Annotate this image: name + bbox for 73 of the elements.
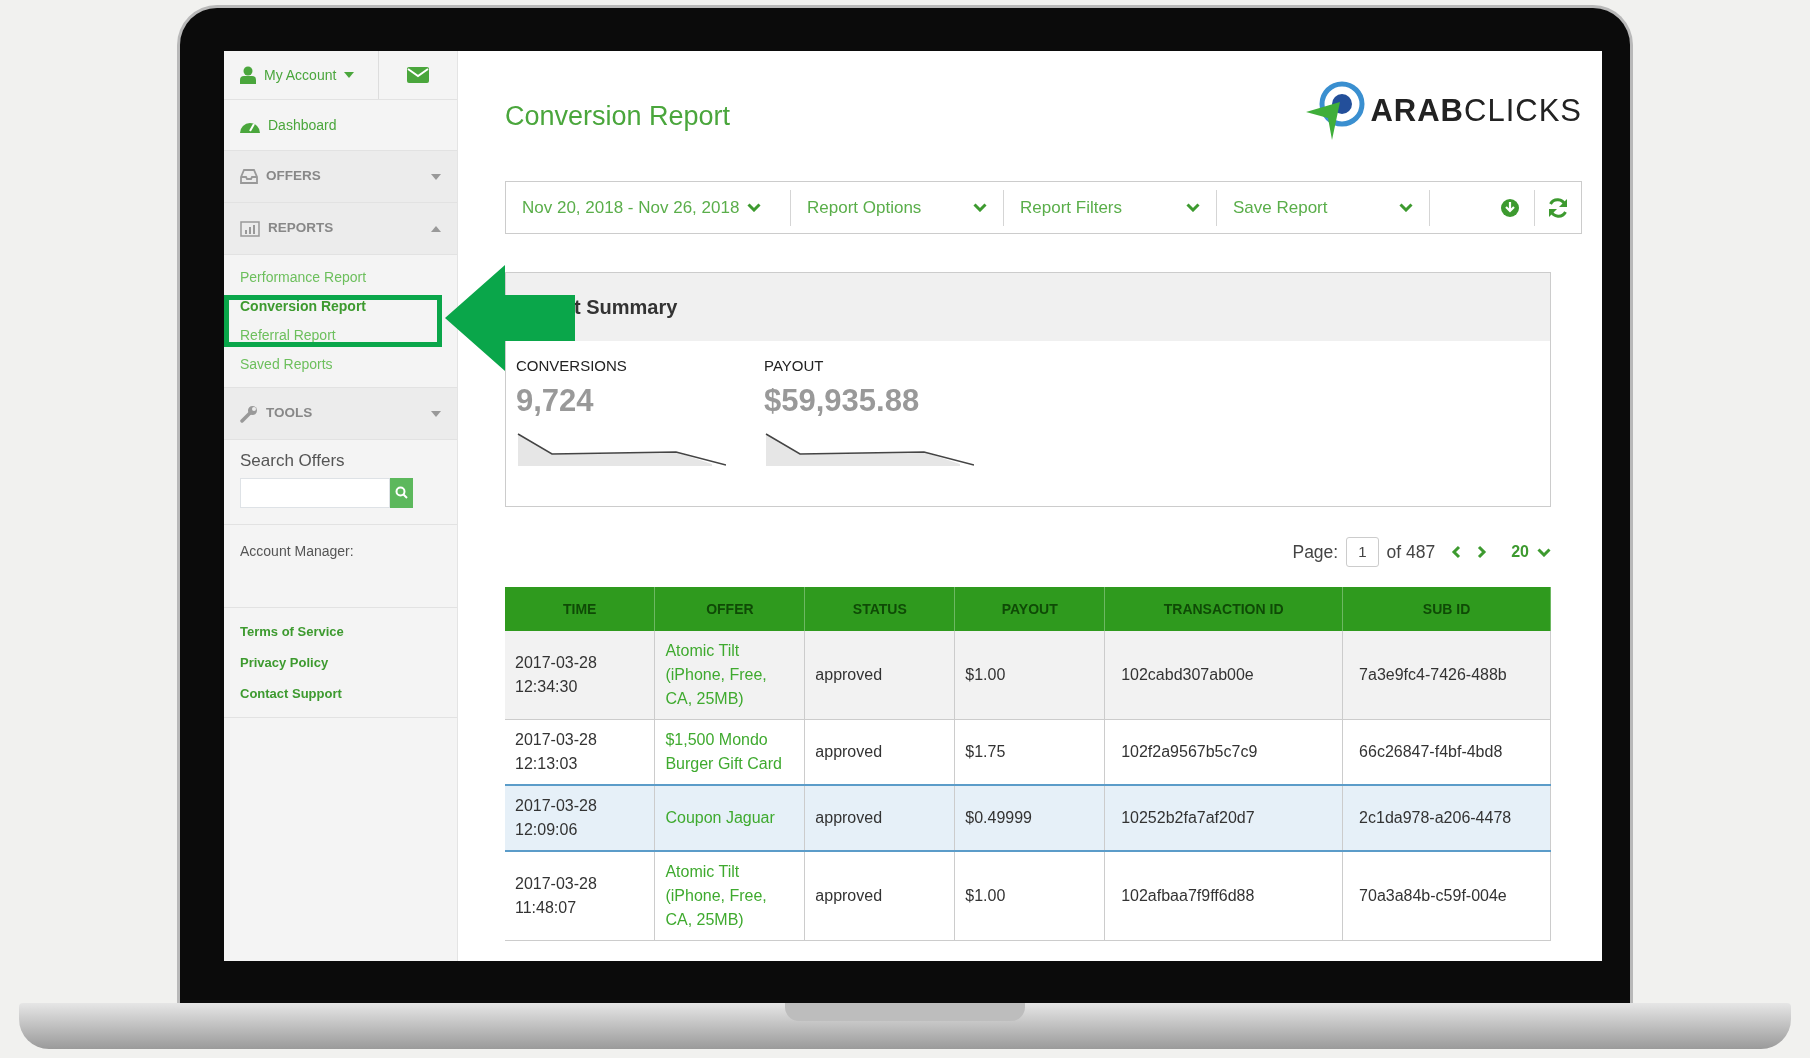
chevron-down-icon	[1186, 203, 1200, 212]
report-dropdown[interactable]: Report Filters	[1004, 189, 1217, 226]
search-button[interactable]	[390, 477, 413, 508]
table-cell: 2c1da978-a206-4478	[1342, 785, 1551, 851]
column-header[interactable]: SUB ID	[1342, 587, 1551, 631]
caret-down-icon[interactable]	[431, 410, 441, 417]
chevron-down-icon	[1399, 203, 1413, 212]
search-field[interactable]	[240, 477, 390, 508]
table-cell: $1.00	[954, 631, 1105, 720]
table-cell: 7a3e9fc4-7426-488b	[1342, 631, 1551, 720]
chevron-right-icon[interactable]	[1477, 545, 1488, 559]
date-range-dropdown[interactable]: Nov 20, 2018 - Nov 26, 2018	[506, 189, 791, 226]
sidebar-link[interactable]: Referral Report	[240, 321, 441, 350]
table-cell: 102cabd307ab00e	[1104, 631, 1343, 720]
wrench-icon	[240, 404, 258, 423]
table-cell: 2017-03-28 12:09:06	[505, 785, 655, 851]
offer-link[interactable]: Atomic Tilt (iPhone, Free, CA, 25MB)	[654, 631, 805, 720]
column-header[interactable]: TRANSACTION ID	[1104, 587, 1343, 631]
caret-icon	[344, 72, 355, 78]
footer-link[interactable]: Contact Support	[240, 677, 441, 709]
logo-text: ARABCLICKS	[1370, 91, 1582, 130]
dashboard-link[interactable]: Dashboard	[240, 114, 337, 136]
column-header[interactable]: TIME	[505, 587, 655, 631]
report-dropdown[interactable]: Save Report	[1217, 189, 1430, 226]
chevron-down-icon	[1537, 547, 1551, 557]
user-icon	[240, 66, 256, 84]
column-header[interactable]: PAYOUT	[954, 587, 1105, 631]
footer-link[interactable]: Terms of Service	[240, 615, 441, 647]
search-icon	[395, 486, 408, 499]
page-count: of 487	[1386, 540, 1436, 564]
search-label: Search Offers	[240, 450, 346, 472]
refresh-icon[interactable]	[1547, 197, 1569, 218]
page-title: Conversion Report	[505, 99, 731, 133]
sidebar-link[interactable]: Performance Report	[240, 263, 441, 292]
offer-link[interactable]: Atomic Tilt (iPhone, Free, CA, 25MB)	[654, 851, 805, 941]
page-label: Page:	[1292, 540, 1339, 564]
table-cell: $1.00	[954, 851, 1105, 941]
inbox-icon	[240, 169, 258, 184]
bar-chart-icon	[240, 220, 260, 237]
sidebar-link[interactable]: Conversion Report	[240, 292, 441, 321]
table-cell: 10252b2fa7af20d7	[1104, 785, 1343, 851]
account-manager-label: Account Manager:	[240, 542, 354, 559]
table-cell: approved	[804, 785, 955, 851]
table-cell: $0.49999	[954, 785, 1105, 851]
account-menu[interactable]: My Account	[224, 51, 379, 99]
metric-value: $59,935.88	[764, 381, 921, 420]
chevron-down-icon	[973, 203, 987, 212]
sidebar-link[interactable]: Saved Reports	[240, 350, 441, 379]
footer-link[interactable]: Privacy Policy	[240, 646, 441, 678]
sidebar-section[interactable]: TOOLS	[224, 388, 457, 440]
sidebar-section[interactable]: OFFERS	[224, 151, 457, 203]
offer-link[interactable]: Coupon Jaguar	[654, 785, 805, 851]
chevron-left-icon[interactable]	[1451, 545, 1462, 559]
download-icon[interactable]	[1499, 197, 1520, 218]
envelope-icon[interactable]	[407, 67, 429, 83]
column-header[interactable]: OFFER	[654, 587, 805, 631]
page-size-dropdown[interactable]: 20	[1511, 540, 1551, 564]
column-header[interactable]: STATUS	[804, 587, 955, 631]
page-field[interactable]: 1	[1346, 536, 1379, 568]
table-cell: 102afbaa7f9ff6d88	[1104, 851, 1343, 941]
metric-label: PAYOUT	[764, 356, 825, 376]
sidebar-section[interactable]: REPORTS	[224, 203, 457, 255]
table-cell: 2017-03-28 12:34:30	[505, 631, 655, 720]
table-cell: 70a3a84b-c59f-004e	[1342, 851, 1551, 941]
report-dropdown[interactable]: Report Options	[791, 189, 1004, 226]
table-cell: 2017-03-28 11:48:07	[505, 851, 655, 941]
caret-up-icon[interactable]	[431, 225, 441, 232]
table-cell: approved	[804, 631, 955, 720]
caret-down-icon[interactable]	[431, 173, 441, 180]
metric-label: CONVERSIONS	[516, 356, 628, 376]
chevron-down-icon	[747, 203, 762, 212]
metric-value: 9,724	[516, 381, 595, 420]
table-cell: approved	[804, 851, 955, 941]
